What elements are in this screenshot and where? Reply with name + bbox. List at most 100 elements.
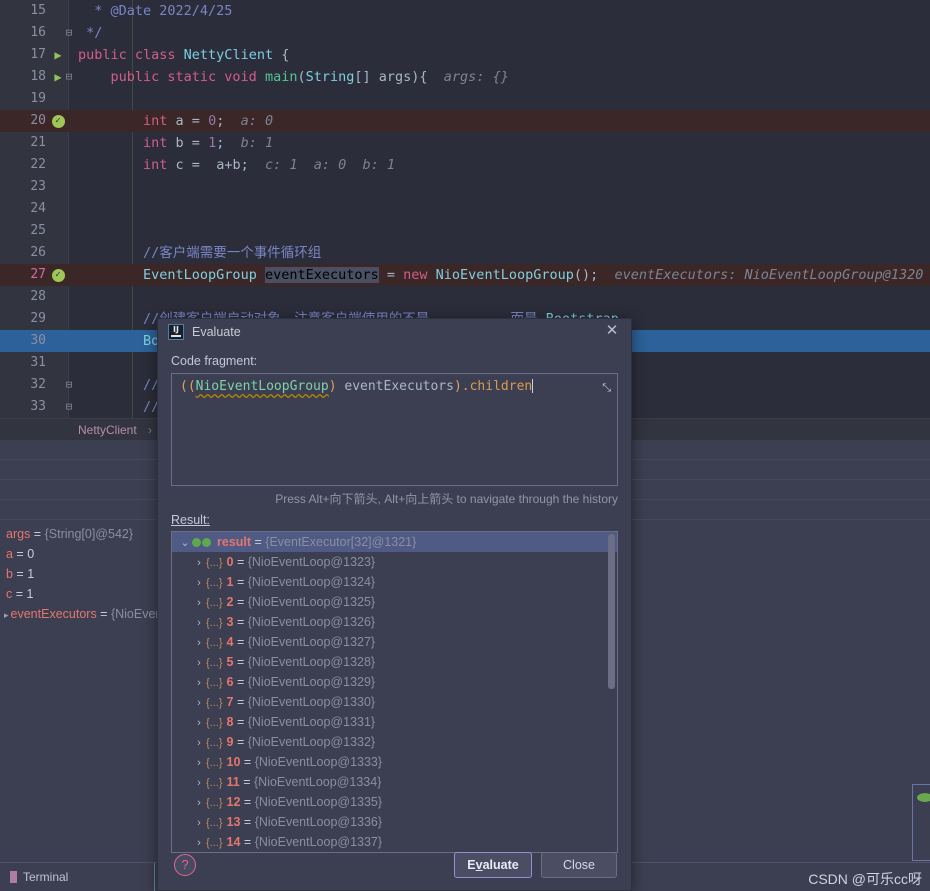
green-indicator-icon xyxy=(917,793,930,802)
history-hint: Press Alt+向下箭头, Alt+向上箭头 to navigate thr… xyxy=(275,492,618,506)
tree-node-equals: = xyxy=(240,795,255,809)
chevron-right-icon[interactable]: › xyxy=(192,693,206,713)
tree-node-value: {NioEventLoop@1334} xyxy=(254,775,382,789)
code-line[interactable]: 25 xyxy=(0,220,930,242)
tree-node-value: {NioEventLoop@1332} xyxy=(247,735,376,749)
code-token: a: 0 xyxy=(224,113,274,129)
tree-row[interactable]: › {...} 0 = {NioEventLoop@1323} xyxy=(172,552,617,572)
tree-row-root[interactable]: ⌄ result = {EventExecutor[32]@1321} xyxy=(172,532,617,552)
chevron-down-icon[interactable]: ⌄ xyxy=(178,533,192,553)
code-text: //客户端需要一个事件循环组 xyxy=(78,242,321,264)
object-braces-icon: {...} xyxy=(206,677,223,689)
variable-value: 1 xyxy=(27,567,35,581)
dialog-title-bar[interactable]: IJ Evaluate ✕ xyxy=(158,319,631,345)
code-token: EventLoopGroup xyxy=(143,267,257,283)
chevron-right-icon[interactable]: › xyxy=(192,593,206,613)
code-token: c = xyxy=(175,157,209,173)
code-line[interactable]: 28 xyxy=(0,286,930,308)
code-line[interactable]: 20 ✓ int a = 0; a: 0 xyxy=(0,110,930,132)
code-fragment-text[interactable]: ((NioEventLoopGroup) eventExecutors).chi… xyxy=(172,374,617,399)
chevron-right-icon[interactable]: › xyxy=(192,553,206,573)
tree-row[interactable]: › {...} 10 = {NioEventLoop@1333} xyxy=(172,752,617,772)
tree-row[interactable]: › {...} 1 = {NioEventLoop@1324} xyxy=(172,572,617,592)
tree-row[interactable]: › {...} 8 = {NioEventLoop@1331} xyxy=(172,712,617,732)
variable-name: a xyxy=(6,547,13,561)
chevron-right-icon[interactable]: › xyxy=(192,573,206,593)
code-text: EventLoopGroup eventExecutors = new NioE… xyxy=(78,264,923,286)
code-token: NioEventLoopGroup xyxy=(435,267,574,283)
close-icon[interactable]: ✕ xyxy=(603,322,621,340)
tree-node-equals: = xyxy=(251,535,266,549)
help-icon[interactable]: ? xyxy=(174,854,196,876)
breadcrumb-class[interactable]: NettyClient xyxy=(78,423,137,437)
tree-row[interactable]: › {...} 11 = {NioEventLoop@1334} xyxy=(172,772,617,792)
tree-scrollbar[interactable] xyxy=(608,534,615,689)
variable-value: {String[0]@542} xyxy=(44,527,134,541)
expand-arrow-icon[interactable]: ▸ xyxy=(4,610,9,620)
result-label-text: Result: xyxy=(171,513,210,527)
line-number: 16 xyxy=(30,25,46,40)
expand-editor-icon[interactable]: ⤡ xyxy=(602,382,611,395)
chevron-right-icon[interactable]: › xyxy=(192,633,206,653)
close-button[interactable]: Close xyxy=(541,852,617,878)
code-line[interactable]: 21 int b = 1; b: 1 xyxy=(0,132,930,154)
fold-toggle-icon[interactable]: ⊟ xyxy=(62,374,76,396)
tree-row[interactable]: › {...} 6 = {NioEventLoop@1329} xyxy=(172,672,617,692)
chevron-right-icon[interactable]: › xyxy=(192,813,206,833)
code-line[interactable]: 27 ✓ EventLoopGroup eventExecutors = new … xyxy=(0,264,930,286)
code-line[interactable]: 26 //客户端需要一个事件循环组 xyxy=(0,242,930,264)
code-line[interactable]: 24 xyxy=(0,198,930,220)
code-line[interactable]: 19 xyxy=(0,88,930,110)
code-line[interactable]: 16 ⊟ */ xyxy=(0,22,930,44)
code-line[interactable]: 23 xyxy=(0,176,930,198)
code-line[interactable]: 22 int c = a+b; c: 1 a: 0 b: 1 xyxy=(0,154,930,176)
tree-row[interactable]: › {...} 9 = {NioEventLoop@1332} xyxy=(172,732,617,752)
chevron-right-icon[interactable]: › xyxy=(192,613,206,633)
chevron-right-icon[interactable]: › xyxy=(192,673,206,693)
chevron-right-icon[interactable]: › xyxy=(192,793,206,813)
code-token: main xyxy=(264,69,298,85)
object-braces-icon: {...} xyxy=(206,737,223,749)
tree-row[interactable]: › {...} 2 = {NioEventLoop@1325} xyxy=(172,592,617,612)
object-braces-icon: {...} xyxy=(206,597,223,609)
code-token: ( xyxy=(297,69,306,85)
evaluate-button[interactable]: Evaluate xyxy=(454,852,532,878)
code-token: { xyxy=(273,47,290,63)
tree-row[interactable]: › {...} 5 = {NioEventLoop@1328} xyxy=(172,652,617,672)
tree-row[interactable]: › {...} 4 = {NioEventLoop@1327} xyxy=(172,632,617,652)
fold-toggle-icon[interactable]: ⊟ xyxy=(62,66,76,88)
breakpoint-verified-icon[interactable]: ✓ xyxy=(50,264,66,286)
code-token: b: 1 xyxy=(224,135,274,151)
evaluate-dialog[interactable]: IJ Evaluate ✕ Code fragment: ((NioEventL… xyxy=(157,318,632,891)
code-fragment-input[interactable]: ((NioEventLoopGroup) eventExecutors).chi… xyxy=(171,373,618,486)
tree-node-name: 10 xyxy=(226,755,241,769)
chevron-right-icon[interactable]: › xyxy=(192,713,206,733)
tree-node-equals: = xyxy=(233,575,248,589)
chevron-right-icon[interactable]: › xyxy=(192,753,206,773)
chevron-right-icon[interactable]: › xyxy=(192,773,206,793)
fold-toggle-icon[interactable]: ⊟ xyxy=(62,396,76,418)
dialog-footer: ? Evaluate Close xyxy=(158,846,631,890)
breakpoint-verified-icon[interactable]: ✓ xyxy=(50,110,66,132)
result-tree[interactable]: ⌄ result = {EventExecutor[32]@1321} › {...}… xyxy=(171,531,618,853)
tree-node-equals: = xyxy=(233,715,248,729)
tree-node-name: 11 xyxy=(226,775,240,789)
line-number: 33 xyxy=(30,399,46,414)
tree-row[interactable]: › {...} 12 = {NioEventLoop@1335} xyxy=(172,792,617,812)
run-gutter-icon[interactable]: ▶ xyxy=(50,44,66,66)
chevron-right-icon[interactable]: › xyxy=(192,653,206,673)
tree-row[interactable]: › {...} 7 = {NioEventLoop@1330} xyxy=(172,692,617,712)
code-token: int xyxy=(78,157,176,173)
chevron-right-icon[interactable]: › xyxy=(192,733,206,753)
code-line[interactable]: 17 ▶ public class NettyClient { xyxy=(0,44,930,66)
code-line[interactable]: 15 * @Date 2022/4/25 xyxy=(0,0,930,22)
line-number: 24 xyxy=(30,201,46,216)
terminal-tool-button[interactable]: Terminal xyxy=(10,870,68,884)
tree-row[interactable]: › {...} 13 = {NioEventLoop@1336} xyxy=(172,812,617,832)
side-panel-partial[interactable] xyxy=(912,784,930,861)
fold-toggle-icon[interactable]: ⊟ xyxy=(62,22,76,44)
code-text: Bo xyxy=(78,330,159,352)
tree-row[interactable]: › {...} 3 = {NioEventLoop@1326} xyxy=(172,612,617,632)
code-line[interactable]: 18 ▶ ⊟ public static void main(String[] ar… xyxy=(0,66,930,88)
